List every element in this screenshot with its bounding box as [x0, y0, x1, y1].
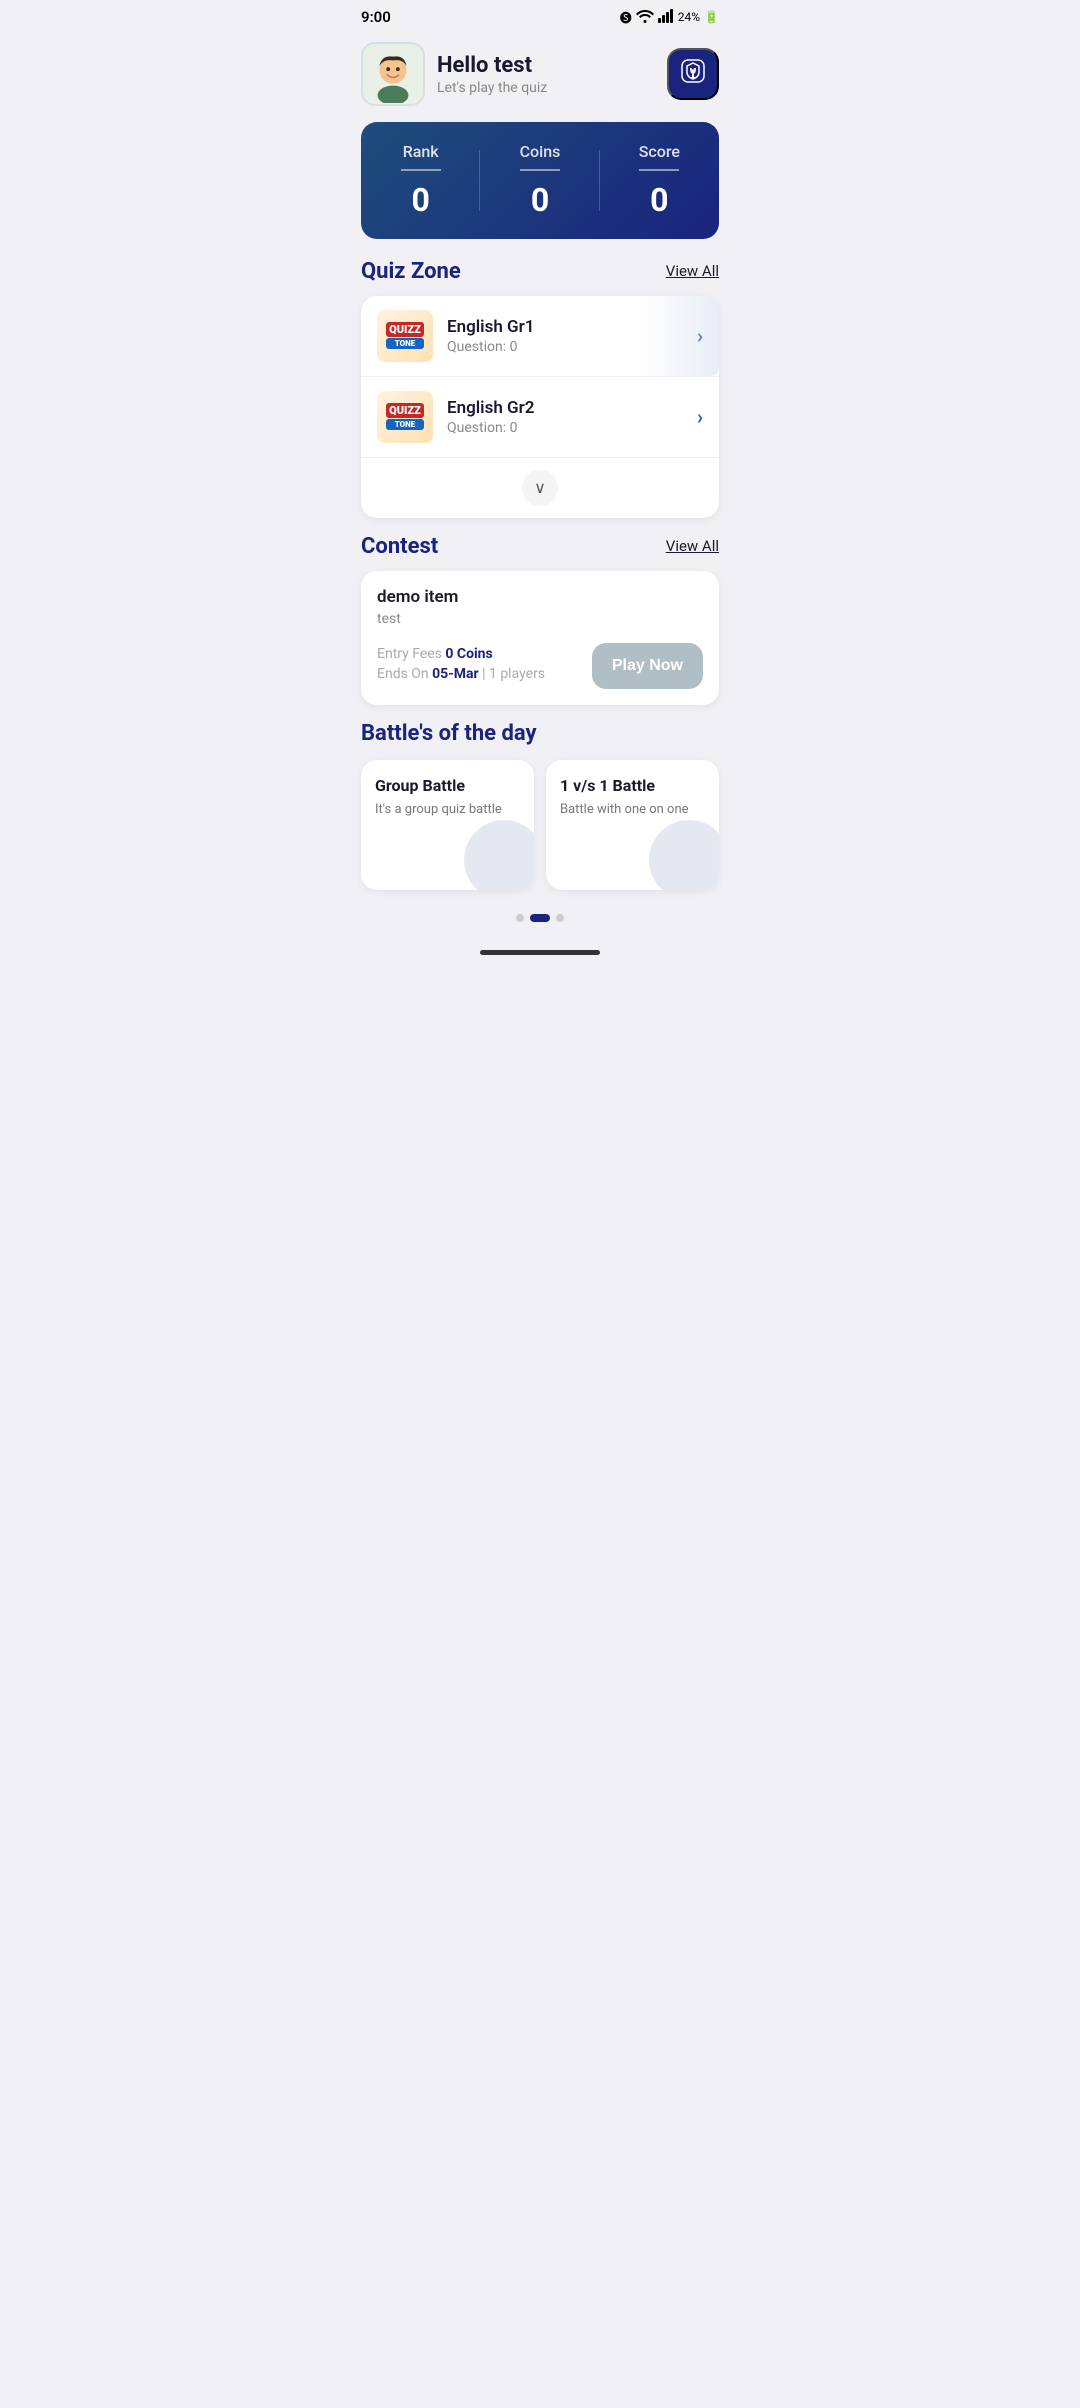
contest-item-subtitle: test: [377, 611, 703, 627]
greeting-name: Hello test: [437, 53, 547, 78]
status-bar: 9:00 🅢 24% 🔋: [345, 0, 735, 30]
battles-title: Battle's of the day: [361, 721, 719, 746]
score-value: 0: [600, 181, 719, 219]
battle-name-0: Group Battle: [375, 776, 520, 795]
stat-coins: Coins 0: [480, 142, 599, 219]
coins-value: 0: [480, 181, 599, 219]
contest-title: Contest: [361, 534, 438, 559]
ends-date: 05-Mar: [432, 666, 478, 682]
status-icons: 🅢 24% 🔋: [620, 9, 719, 26]
contest-item-title: demo item: [377, 587, 703, 607]
coins-divider: [520, 169, 560, 171]
header-left: Hello test Let's play the quiz: [361, 42, 547, 106]
contest-view-all[interactable]: View All: [666, 537, 719, 555]
battle-overlay-1: [649, 820, 719, 890]
wifi-icon: [636, 9, 654, 26]
battle-card-0[interactable]: Group Battle It's a group quiz battle: [361, 760, 534, 890]
rank-divider: [401, 169, 441, 171]
home-bar: [480, 950, 600, 955]
quiz-zone-view-all[interactable]: View All: [666, 262, 719, 280]
stats-card: Rank 0 Coins 0 Score 0: [361, 122, 719, 239]
score-divider: [639, 169, 679, 171]
quiz-thumb-1: QUIZZ TONE: [377, 391, 433, 443]
stat-score: Score 0: [600, 142, 719, 219]
quiz-zone-title: Quiz Zone: [361, 259, 461, 284]
battle-card-1[interactable]: 1 v/s 1 Battle Battle with one on one: [546, 760, 719, 890]
contest-meta: Entry Fees 0 Coins Ends On 05-Mar | 1 pl…: [377, 646, 592, 686]
pagination-dots: [345, 914, 735, 922]
avatar: [361, 42, 425, 106]
skype-icon: 🅢: [620, 9, 632, 26]
contest-section: Contest View All demo item test Entry Fe…: [345, 534, 735, 705]
separator: |: [482, 666, 489, 682]
quiz-thumb-0: QUIZZ TONE: [377, 310, 433, 362]
show-more-button[interactable]: ∨: [361, 458, 719, 518]
stat-rank: Rank 0: [361, 142, 480, 219]
score-label: Score: [600, 142, 719, 161]
chevron-down-icon: ∨: [522, 470, 558, 506]
quiz-info-1: English Gr2 Question: 0: [447, 398, 697, 436]
status-time: 9:00: [361, 8, 391, 26]
trophy-icon: [680, 58, 706, 91]
quizz-logo-1: QUIZZ TONE: [386, 403, 424, 431]
battle-overlay-0: [464, 820, 534, 890]
battery-text: 24%: [678, 10, 700, 24]
battles-section: Battle's of the day Group Battle It's a …: [345, 721, 735, 890]
greeting-subtitle: Let's play the quiz: [437, 80, 547, 96]
ends-on-row: Ends On 05-Mar | 1 players: [377, 666, 592, 682]
signal-icon: [658, 9, 674, 26]
entry-label: Entry Fees: [377, 646, 442, 662]
quiz-zone-header: Quiz Zone View All: [361, 259, 719, 284]
contest-card: demo item test Entry Fees 0 Coins Ends O…: [361, 571, 719, 705]
quiz-zone-card: QUIZZ TONE English Gr1 Question: 0 › QUI…: [361, 296, 719, 518]
quiz-overlay-0: [639, 296, 719, 376]
ends-label: Ends On: [377, 666, 429, 682]
quiz-zone-section: Quiz Zone View All QUIZZ TONE English Gr…: [345, 259, 735, 518]
home-indicator: [345, 942, 735, 967]
dot-0: [516, 914, 524, 922]
entry-fees-row: Entry Fees 0 Coins: [377, 646, 592, 662]
entry-value: 0 Coins: [445, 646, 492, 662]
header: Hello test Let's play the quiz: [345, 30, 735, 122]
play-now-button[interactable]: Play Now: [592, 643, 703, 689]
quiz-questions-1: Question: 0: [447, 420, 697, 436]
trophy-button[interactable]: [667, 48, 719, 100]
battery-icon: 🔋: [704, 10, 719, 24]
coins-label: Coins: [480, 142, 599, 161]
rank-value: 0: [361, 181, 480, 219]
battle-desc-1: Battle with one on one: [560, 801, 705, 819]
battles-grid: Group Battle It's a group quiz battle 1 …: [361, 760, 719, 890]
battle-desc-0: It's a group quiz battle: [375, 801, 520, 819]
quiz-item-0[interactable]: QUIZZ TONE English Gr1 Question: 0 ›: [361, 296, 719, 377]
rank-label: Rank: [361, 142, 480, 161]
contest-header: Contest View All: [361, 534, 719, 559]
header-text: Hello test Let's play the quiz: [437, 53, 547, 96]
players-count: 1 players: [489, 666, 545, 682]
chevron-right-icon-1: ›: [697, 405, 703, 429]
dot-2: [556, 914, 564, 922]
quizz-logo-0: QUIZZ TONE: [386, 322, 424, 350]
battle-name-1: 1 v/s 1 Battle: [560, 776, 705, 795]
quiz-item-1[interactable]: QUIZZ TONE English Gr2 Question: 0 ›: [361, 377, 719, 458]
quiz-name-1: English Gr2: [447, 398, 697, 418]
dot-1: [530, 914, 550, 922]
contest-footer: Entry Fees 0 Coins Ends On 05-Mar | 1 pl…: [377, 643, 703, 689]
